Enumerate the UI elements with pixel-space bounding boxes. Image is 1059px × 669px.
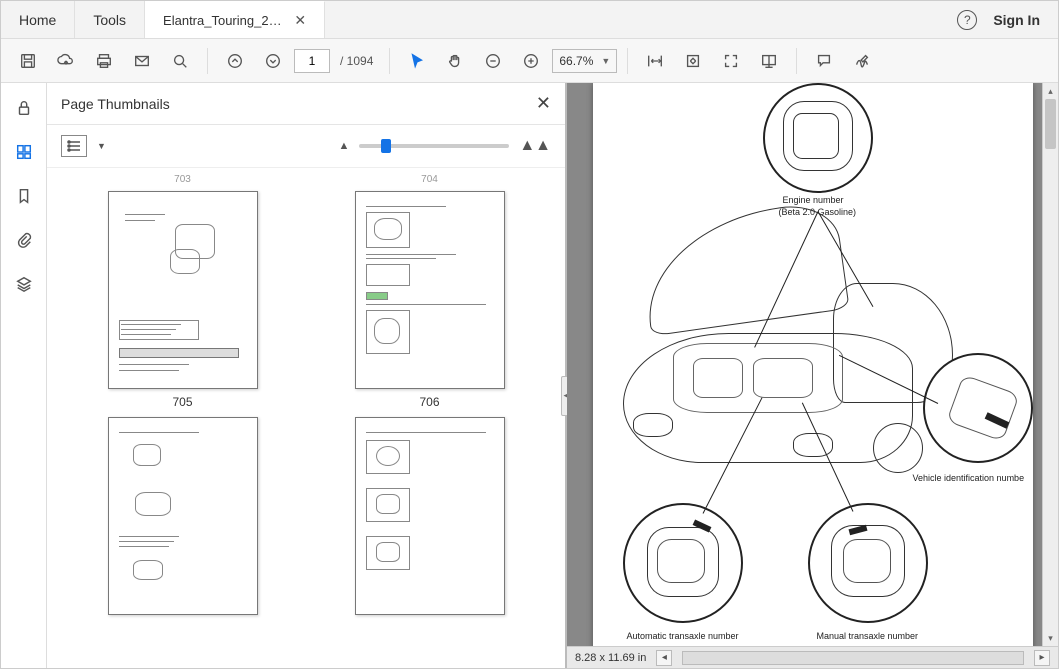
chevron-down-icon: ▼	[601, 56, 610, 66]
thumbnail-number: 706	[419, 395, 439, 409]
page-number-input[interactable]	[294, 49, 330, 73]
size-large-icon[interactable]: ▲▲	[519, 137, 551, 155]
zoom-out-icon[interactable]	[476, 44, 510, 78]
scroll-up-icon[interactable]: ▴	[1043, 83, 1058, 99]
thumbnail-page[interactable]	[108, 417, 258, 615]
vertical-scrollbar[interactable]: ▴ ▾	[1042, 83, 1058, 646]
thumbnail-page[interactable]	[355, 191, 505, 389]
pointer-icon[interactable]	[400, 44, 434, 78]
tab-close-icon[interactable]: ✕	[294, 12, 306, 29]
zoom-value: 66.7%	[559, 54, 593, 68]
engine-number-label: Engine number	[783, 195, 844, 205]
tab-bar: Home Tools Elantra_Touring_20… ✕ ? Sign …	[1, 1, 1058, 39]
tab-home[interactable]: Home	[1, 1, 75, 38]
bookmark-icon[interactable]	[9, 181, 39, 211]
cloud-upload-icon[interactable]	[49, 44, 83, 78]
tab-document[interactable]: Elantra_Touring_20… ✕	[145, 1, 325, 38]
attachment-icon[interactable]	[9, 225, 39, 255]
lock-icon[interactable]	[9, 93, 39, 123]
save-icon[interactable]	[11, 44, 45, 78]
zoom-select[interactable]: 66.7% ▼	[552, 49, 617, 73]
scroll-right-button[interactable]: ▸	[1034, 650, 1050, 666]
sign-icon[interactable]	[845, 44, 879, 78]
scroll-down-icon[interactable]: ▾	[1043, 630, 1058, 646]
thumbnail-page[interactable]	[355, 417, 505, 615]
thumbnail-number: 705	[172, 395, 192, 409]
scroll-thumb[interactable]	[1045, 99, 1056, 149]
thumbnail-grid[interactable]: 703 704	[47, 168, 565, 668]
page-up-icon[interactable]	[218, 44, 252, 78]
auto-transaxle-label: Automatic transaxle number	[627, 631, 739, 641]
options-chevron-icon: ▼	[97, 141, 106, 151]
page-down-icon[interactable]	[256, 44, 290, 78]
thumb-partial-label: 704	[421, 174, 438, 185]
vin-label: Vehicle identification numbe	[913, 473, 1025, 483]
tab-tools[interactable]: Tools	[75, 1, 145, 38]
help-icon[interactable]: ?	[957, 10, 977, 30]
thumbnail-options-button[interactable]	[61, 135, 87, 157]
print-icon[interactable]	[87, 44, 121, 78]
thumbnail-page[interactable]	[108, 191, 258, 389]
thumbnails-icon[interactable]	[9, 137, 39, 167]
thumb-partial-label: 703	[174, 174, 191, 185]
toolbar: / 1094 66.7% ▼	[1, 39, 1058, 83]
tab-document-label: Elantra_Touring_20…	[163, 13, 284, 28]
thumbnails-title: Page Thumbnails	[61, 96, 170, 112]
page-dimensions-label: 8.28 x 11.69 in	[575, 652, 646, 664]
comment-icon[interactable]	[807, 44, 841, 78]
mail-icon[interactable]	[125, 44, 159, 78]
layers-icon[interactable]	[9, 269, 39, 299]
horizontal-scrollbar[interactable]	[682, 651, 1024, 665]
document-page: Engine number (Beta 2.0 Gasoline)	[593, 83, 1033, 646]
page-total-label: / 1094	[334, 54, 379, 68]
fit-width-icon[interactable]	[638, 44, 672, 78]
sign-in-button[interactable]: Sign In	[993, 12, 1040, 28]
thumbnail-size-slider[interactable]	[359, 144, 509, 148]
close-panel-icon[interactable]: ✕	[536, 93, 551, 114]
size-small-icon[interactable]: ▲	[338, 140, 349, 152]
manual-transaxle-label: Manual transaxle number	[817, 631, 919, 641]
hand-icon[interactable]	[438, 44, 472, 78]
document-scroll-area[interactable]: Engine number (Beta 2.0 Gasoline)	[567, 83, 1058, 646]
fit-page-icon[interactable]	[676, 44, 710, 78]
search-icon[interactable]	[163, 44, 197, 78]
nav-rail	[1, 83, 47, 668]
scroll-left-button[interactable]: ◂	[656, 650, 672, 666]
status-bar: 8.28 x 11.69 in ◂ ▸	[567, 646, 1058, 668]
document-view: ◀ Engine number (Beta 2.0 Gasoline)	[567, 83, 1058, 668]
read-mode-icon[interactable]	[752, 44, 786, 78]
fullscreen-icon[interactable]	[714, 44, 748, 78]
thumbnails-panel: Page Thumbnails ✕ ▼ ▲ ▲▲ 703 704	[47, 83, 567, 668]
zoom-in-icon[interactable]	[514, 44, 548, 78]
